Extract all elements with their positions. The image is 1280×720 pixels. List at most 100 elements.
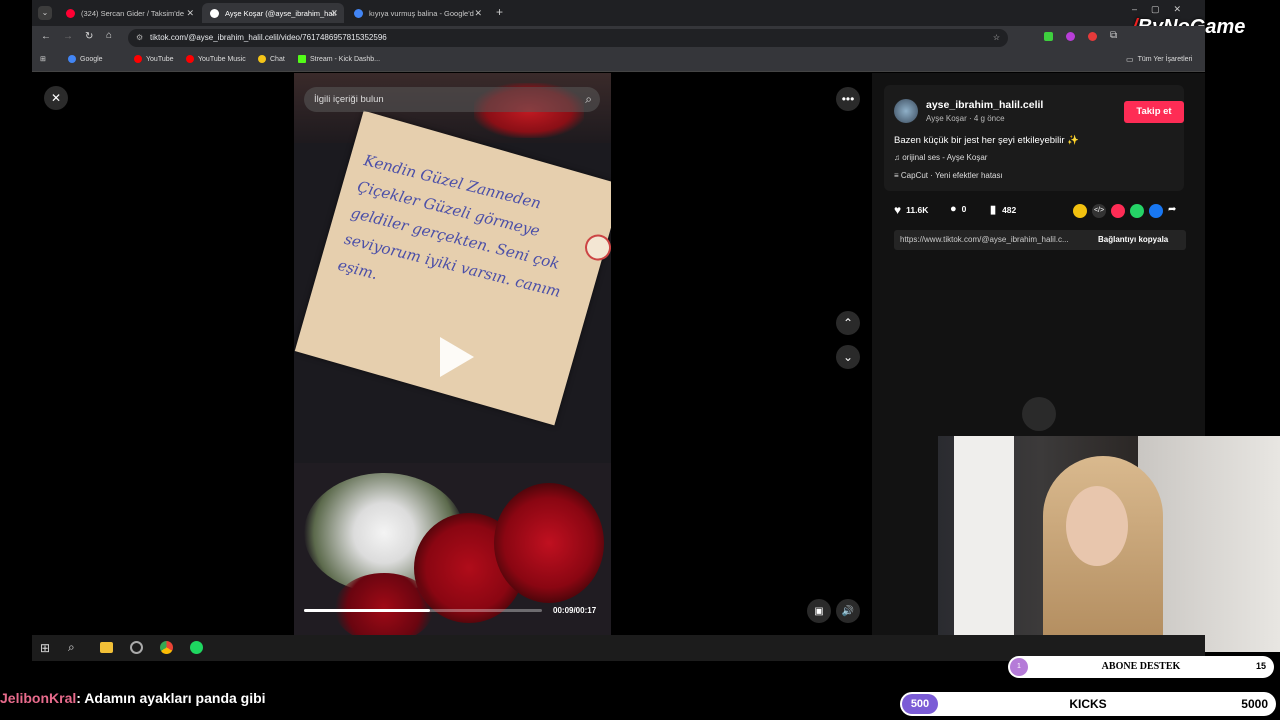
search-placeholder: İlgili içeriği bulun xyxy=(314,94,384,105)
spotify-icon[interactable] xyxy=(190,641,203,654)
progress-track[interactable] xyxy=(304,609,542,612)
send-icon[interactable] xyxy=(1111,204,1125,218)
share-url: https://www.tiktok.com/@ayse_ibrahim_hal… xyxy=(900,235,1069,244)
kicks-label: KICKS xyxy=(1069,697,1107,711)
extensions-icon[interactable]: ⧉ xyxy=(1110,30,1117,41)
sound-label: orijinal ses - Ayşe Koşar xyxy=(902,153,988,162)
note-text: Kendin Güzel Zanneden Çiçekler Güzeli gö… xyxy=(335,151,563,301)
reload-icon[interactable]: ↻ xyxy=(85,31,93,42)
copy-link-bar: https://www.tiktok.com/@ayse_ibrahim_hal… xyxy=(894,230,1186,250)
file-explorer-icon[interactable] xyxy=(100,642,113,653)
comment-icon: ● xyxy=(950,203,957,215)
close-tab-icon[interactable]: ✕ xyxy=(474,8,482,19)
extension-red-icon[interactable] xyxy=(1088,32,1097,41)
sub-goal-widget: 1 ABONE DESTEK 15 xyxy=(1008,656,1274,678)
bookmark-label: Stream - Kick Dashb... xyxy=(310,55,381,63)
bookmark-label: Chat xyxy=(270,55,285,63)
tab-google[interactable]: kıyıya vurmuş balina - Google'd ✕ xyxy=(346,3,488,23)
tab-youtube[interactable]: (324) Sercan Gider / Taksim'de ✕ xyxy=(58,3,200,23)
kick-icon xyxy=(298,55,306,63)
kicks-target: 5000 xyxy=(1241,697,1268,711)
save-stat[interactable]: ▮ 482 xyxy=(990,203,1016,216)
window-controls[interactable]: –▢✕ xyxy=(1132,4,1195,15)
extension-purple-icon[interactable] xyxy=(1066,32,1075,41)
comment-stat[interactable]: ● 0 xyxy=(950,203,966,215)
webcam-shelf xyxy=(954,436,1014,652)
volume-button[interactable]: 🔊 xyxy=(836,599,860,623)
bookmark-label: YouTube Music xyxy=(198,55,246,63)
chat-text: : Adamın ayakları panda gibi xyxy=(76,690,266,706)
related-search-input[interactable]: İlgili içeriği bulun ⌕ xyxy=(304,87,600,112)
back-icon[interactable]: ← xyxy=(41,31,51,42)
sound-row[interactable]: ♫ orijinal ses - Ayşe Koşar xyxy=(894,153,987,162)
bookmark-label: Tüm Yer İşaretleri xyxy=(1137,56,1193,63)
bookmark-kick[interactable]: Stream - Kick Dashb... xyxy=(298,55,380,63)
google-icon xyxy=(68,55,76,63)
bookmark-star-icon[interactable]: ☆ xyxy=(993,29,1000,47)
avatar[interactable] xyxy=(894,99,918,123)
video-caption: Bazen küçük bir jest her şeyi etkileyebi… xyxy=(894,135,1080,146)
chrome-icon[interactable] xyxy=(160,641,173,654)
bookmark-chat[interactable]: Chat xyxy=(258,55,285,63)
more-options-button[interactable]: ••• xyxy=(836,87,860,111)
author-meta: Ayşe Koşar · 4 g önce xyxy=(926,114,1005,123)
comments-count: 0 xyxy=(961,204,967,214)
video-player[interactable]: Kendin Güzel Zanneden Çiçekler Güzeli gö… xyxy=(294,73,611,635)
close-icon: ✕ xyxy=(50,91,62,105)
folder-icon: ▭ xyxy=(1126,55,1134,64)
author-username[interactable]: ayse_ibrahim_halil.celil xyxy=(926,99,1043,111)
extension-green-icon[interactable] xyxy=(1044,32,1053,41)
search-icon[interactable]: ⌕ xyxy=(585,87,592,112)
address-bar-row: ← → ↻ ⌂ ⚙ tiktok.com/@ayse_ibrahim_halil… xyxy=(32,26,1205,50)
webcam-overlay xyxy=(938,436,1280,652)
description-card: ayse_ibrahim_halil.celil Ayşe Koşar · 4 … xyxy=(884,85,1184,191)
progress-fill xyxy=(304,609,431,612)
chevron-down-icon: ⌄ xyxy=(842,350,854,364)
search-icon[interactable]: ⌕ xyxy=(68,640,75,655)
all-bookmarks[interactable]: ▭ Tüm Yer İşaretleri xyxy=(1126,55,1192,64)
goal-target: 15 xyxy=(1255,661,1266,671)
whatsapp-icon[interactable] xyxy=(1130,204,1144,218)
follow-button[interactable]: Takip et xyxy=(1124,101,1184,123)
url-field[interactable]: ⚙ tiktok.com/@ayse_ibrahim_halil.celil/v… xyxy=(128,29,1008,47)
windows-start-icon[interactable]: ⊞ xyxy=(40,641,50,655)
forward-icon[interactable]: → xyxy=(63,31,73,42)
effect-row[interactable]: ≡ CapCut · Yeni efektler hatası xyxy=(894,171,1003,180)
embed-icon[interactable]: </> xyxy=(1092,204,1106,218)
tab-label: Ayşe Koşar (@ayse_ibrahim_hali xyxy=(225,8,336,18)
bookmark-youtube[interactable]: YouTube xyxy=(134,55,174,63)
handwritten-note-card: Kendin Güzel Zanneden Çiçekler Güzeli gö… xyxy=(294,110,611,426)
new-tab-button[interactable]: + xyxy=(496,5,503,19)
chevron-up-icon: ⌃ xyxy=(842,316,854,330)
effect-label: CapCut · Yeni efektler hatası xyxy=(900,171,1003,180)
bookmark-label: Google xyxy=(80,55,103,63)
close-tab-icon[interactable]: ✕ xyxy=(330,8,338,19)
chat-message: JelibonKral: Adamın ayakları panda gibi xyxy=(0,690,266,706)
heart-icon: ♥ xyxy=(894,203,902,217)
site-info-icon[interactable]: ⚙ xyxy=(136,29,143,47)
apps-icon[interactable]: ⊞ xyxy=(40,55,46,63)
home-icon[interactable]: ⌂ xyxy=(106,30,112,41)
facebook-icon[interactable] xyxy=(1149,204,1163,218)
close-video-button[interactable]: ✕ xyxy=(44,86,68,110)
previous-video-button[interactable]: ⌃ xyxy=(836,311,860,335)
coin-icon[interactable] xyxy=(1073,204,1087,218)
play-icon[interactable] xyxy=(440,337,474,377)
goal-label: ABONE DESTEK xyxy=(1101,661,1181,672)
bookmark-google[interactable]: Google xyxy=(68,55,103,63)
close-tab-icon[interactable]: ✕ xyxy=(186,8,194,19)
share-arrow-icon[interactable]: ➦ xyxy=(1168,204,1176,218)
youtube-icon xyxy=(134,55,142,63)
like-stat[interactable]: ♥ 11.6K xyxy=(894,203,928,217)
bookmarks-bar: ⊞ Google YouTube YouTube Music Chat Stre… xyxy=(32,50,1205,72)
effect-icon: ≡ xyxy=(894,171,901,180)
next-video-button[interactable]: ⌄ xyxy=(836,345,860,369)
bookmark-youtube-music[interactable]: YouTube Music xyxy=(186,55,246,63)
tab-search-button[interactable]: ⌄ xyxy=(38,6,52,20)
app-icon[interactable] xyxy=(130,641,143,654)
floating-player-button[interactable]: ▣ xyxy=(807,599,831,623)
copy-link-button[interactable]: Bağlantıyı kopyala xyxy=(1098,235,1168,244)
no-comments-icon xyxy=(1022,397,1056,431)
tab-tiktok[interactable]: Ayşe Koşar (@ayse_ibrahim_hali ✕ xyxy=(202,3,344,23)
chat-icon xyxy=(258,55,266,63)
